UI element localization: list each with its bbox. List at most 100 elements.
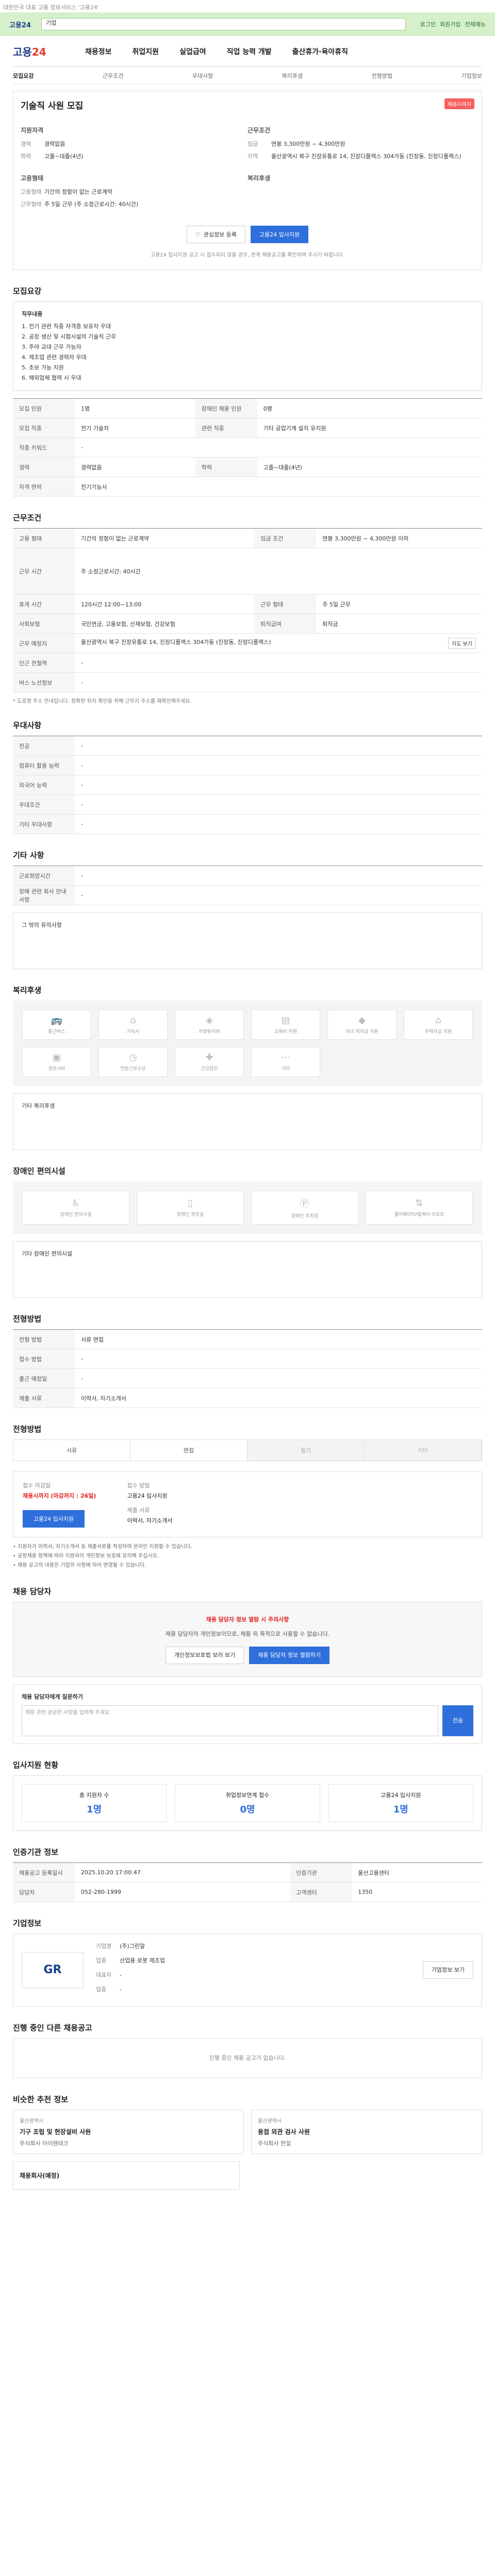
gnb-leave[interactable]: 출산휴가·육아휴직 bbox=[292, 46, 348, 57]
parking-icon: Ⓟ bbox=[300, 1198, 309, 1210]
book-icon: ▤ bbox=[281, 1015, 290, 1026]
welfare-item: 🚌 통근버스 bbox=[22, 1010, 91, 1040]
job-summary: 기술직 사원 모집 채용시까지 지원자격 경력 경력없음 학력 고졸~대졸(4년) … bbox=[13, 91, 482, 270]
recommend-extra[interactable]: 채용회사(예정) bbox=[13, 2161, 240, 2190]
company-box: GR 기업명 (주)그린알 업종 산업용 로봇 제조업 대표자 - 업종 - 기업정보 … bbox=[13, 1934, 482, 2007]
tab-selection[interactable]: 전형방법 bbox=[372, 72, 392, 80]
more-icon: ⋯ bbox=[281, 1052, 290, 1063]
apply-box: 접수 마감일 채용시까지 (마감까지 : 26일) 고용24 입사지원 접수 방… bbox=[13, 1471, 482, 1537]
gnb-support[interactable]: 취업지원 bbox=[133, 46, 159, 57]
gnb-jobs[interactable]: 채용정보 bbox=[85, 46, 112, 57]
tab-welfare[interactable]: 복리후생 bbox=[282, 72, 303, 80]
section-title-company: 기업정보 bbox=[13, 1919, 42, 1928]
apply-notices: • 지원자가 이력서, 자기소개서 등 제출서류를 작성하여 온라인 지원할 수… bbox=[13, 1544, 192, 1568]
wheelchair-icon: ♿ bbox=[71, 1198, 80, 1209]
section-title-selection: 전형방법 bbox=[13, 1314, 42, 1324]
welfare-item: ✚ 건강검진 bbox=[175, 1047, 244, 1077]
search-logo: 고용24 bbox=[9, 21, 31, 29]
recommend-card[interactable]: 울산광역시 용접 외관 검사 사원 주식회사 한일 bbox=[251, 2110, 482, 2154]
requirements-table: 모집 인원 1명 장애인 채용 인원 0명 모집 직종 전기 기술자 관련 직종 기타 공업… bbox=[13, 398, 482, 497]
view-contact-button[interactable]: 채용 담당자 정보 열람하기 bbox=[249, 1647, 330, 1664]
save-interest-button[interactable]: ♡ 관심정보 등록 bbox=[186, 226, 245, 243]
home-icon: ⌂ bbox=[435, 1015, 441, 1026]
inquiry-send-button[interactable]: 전송 bbox=[442, 1705, 473, 1736]
company-logo: GR bbox=[22, 1952, 84, 1988]
house-icon: ⌂ bbox=[130, 1015, 136, 1026]
site-logo[interactable]: 고용24 bbox=[13, 44, 64, 59]
welfare-item: ◷ 연장근로수당 bbox=[98, 1047, 168, 1077]
signup-link[interactable]: 회원가입 bbox=[440, 20, 460, 28]
welfare-item: ⋯ 기타 bbox=[251, 1047, 320, 1077]
tab-conditions[interactable]: 근무조건 bbox=[103, 72, 123, 80]
stat-total: 총 지원자 수 1명 bbox=[22, 1784, 167, 1822]
login-link[interactable]: 로그인 bbox=[420, 20, 436, 28]
stat-linked: 취업정보연계 접수 0명 bbox=[175, 1784, 320, 1822]
tab-preferences[interactable]: 우대사항 bbox=[192, 72, 213, 80]
job-title: 기술직 사원 모집 bbox=[21, 101, 84, 111]
clock-icon: ◷ bbox=[129, 1052, 137, 1063]
tab-requirements[interactable]: 모집요강 bbox=[13, 72, 34, 80]
welfare-item: ◆ 자녀 학자금 지원 bbox=[327, 1010, 397, 1040]
method-bar: 서류 면접 필기 기타 bbox=[13, 1439, 482, 1461]
facility-item: ▯ 장애인 화장실 bbox=[137, 1191, 244, 1225]
elevator-icon: ⇅ bbox=[415, 1198, 423, 1209]
heart-icon: ♡ bbox=[195, 231, 201, 238]
method-written: 필기 bbox=[248, 1440, 365, 1461]
recommend-grid: 울산광역시 기구 조립 및 현장설비 사원 주식회사 아이엔테크 울산광역시 용… bbox=[13, 2110, 482, 2154]
section-title-requirements: 모집요강 bbox=[13, 286, 42, 296]
section-title-preferences: 우대사항 bbox=[13, 721, 42, 730]
gnb-benefit[interactable]: 실업급여 bbox=[179, 46, 206, 57]
facility-item: ♿ 장애인 편의시설 bbox=[22, 1191, 129, 1225]
etc-table: 근로희망시간 - 장애 관련 회사 안내사항 - bbox=[13, 866, 482, 905]
search-bar: 고용24 기업 로그인 회원가입 전체메뉴 bbox=[0, 12, 495, 36]
manage-table: 채용공고 등록일시 2025.10.20 17:00:47 인증기관 울산고용센터 담… bbox=[13, 1862, 482, 1902]
selection-table: 전형 방법 서류 면접 접수 방법 - 출근 예정일 - 제출 서류 이력서, 자기소개… bbox=[13, 1329, 482, 1408]
tab-company[interactable]: 기업정보 bbox=[461, 72, 482, 80]
section-title-manage: 인증기관 정보 bbox=[13, 1848, 59, 1857]
apply-button-bottom[interactable]: 고용24 입사지원 bbox=[23, 1510, 85, 1528]
privacy-law-button[interactable]: 개인정보보호법 보러 보기 bbox=[165, 1647, 244, 1664]
facility-item: ⇅ 엘리베이터/휠체어 리프트 bbox=[366, 1191, 473, 1225]
facility-item: Ⓟ 장애인 주차장 bbox=[251, 1191, 358, 1225]
duties-box: 직무내용 1. 전기 관련 직종 자격증 보유자 우대 2. 공장 생산 및 시… bbox=[13, 301, 482, 391]
deadline-badge: 채용시까지 bbox=[444, 98, 474, 109]
welfare-item: ⌂ 기숙사 bbox=[98, 1010, 168, 1040]
method-document: 서류 bbox=[13, 1440, 130, 1461]
recommend-card[interactable]: 울산광역시 기구 조립 및 현장설비 사원 주식회사 아이엔테크 bbox=[13, 2110, 244, 2154]
welfare-title: 복리후생 bbox=[248, 175, 271, 182]
welfare-item: ▤ 교육비 지원 bbox=[251, 1010, 320, 1040]
section-title-stats: 입사지원 현황 bbox=[13, 1760, 59, 1770]
inquiry-box: 채용 담당자에게 질문하기 채용 관련 궁금한 사항을 입력해 주세요. 전송 bbox=[13, 1684, 482, 1744]
gift-icon: ▣ bbox=[52, 1052, 61, 1063]
apply-stats: 총 지원자 수 1명 취업정보연계 접수 0명 고용24 입사지원 1명 bbox=[13, 1775, 482, 1831]
other-jobs-box: 진행 중인 채용 공고가 없습니다. bbox=[13, 2038, 482, 2078]
section-title-contact: 채용 담당자 bbox=[13, 1587, 52, 1596]
facility-grid: ♿ 장애인 편의시설 ▯ 장애인 화장실 Ⓟ 장애인 주차장 ⇅ 엘리베이터/휠체어 리… bbox=[13, 1181, 482, 1234]
allmenu-link[interactable]: 전체메뉴 bbox=[465, 20, 486, 28]
gnb-training[interactable]: 직업 능력 개발 bbox=[227, 46, 272, 57]
method-other: 기타 bbox=[365, 1440, 482, 1461]
section-tabs: 모집요강 근무조건 우대사항 복리후생 전형방법 기업정보 bbox=[13, 67, 482, 84]
preferences-table: 전공 - 컴퓨터 활용 능력 - 외국어 능력 - 우대조건 - 기타 우대사항 - bbox=[13, 736, 482, 834]
apply-button[interactable]: 고용24 입사지원 bbox=[250, 226, 309, 243]
welfare-item: ▣ 경조사비 bbox=[22, 1047, 91, 1077]
conditions-note: * 도로명 주소 안내입니다. 정확한 위치 확인을 위해 근무지 주소를 재확… bbox=[13, 699, 192, 704]
contact-box: 채용 담당자 정보 열람 시 주의사항 채용 담당자의 개인정보이므로, 채용 … bbox=[13, 1602, 482, 1677]
map-button[interactable]: 지도 보기 bbox=[448, 638, 476, 649]
graduation-icon: ◆ bbox=[358, 1015, 366, 1026]
section-title-conditions: 근무조건 bbox=[13, 513, 42, 522]
medical-icon: ✚ bbox=[205, 1052, 213, 1063]
welfare-item: ⌂ 주택자금 지원 bbox=[404, 1010, 473, 1040]
section-title-facility: 장애인 편의시설 bbox=[13, 1166, 65, 1176]
company-info-button[interactable]: 기업정보 보기 bbox=[422, 1961, 473, 1979]
facility-extra-box: 기타 장애인 편의시설 bbox=[13, 1241, 482, 1298]
bus-icon: 🚌 bbox=[51, 1015, 63, 1026]
etc-detail-box: 그 밖의 유의사항 bbox=[13, 912, 482, 969]
inquiry-input[interactable]: 채용 관련 궁금한 사항을 입력해 주세요. bbox=[22, 1705, 438, 1736]
section-title-other: 진행 중인 다른 채용공고 bbox=[13, 2023, 92, 2032]
employment-title: 고용형태 bbox=[21, 175, 44, 182]
section-title-etc: 기타 사항 bbox=[13, 851, 44, 860]
condition-title: 근무조건 bbox=[248, 127, 271, 134]
conditions-table: 고용 형태 기간의 정함이 없는 근로계약 임금 조건 연봉 3,300만원 ~ 4,… bbox=[13, 528, 482, 692]
search-input[interactable]: 기업 bbox=[41, 18, 406, 30]
